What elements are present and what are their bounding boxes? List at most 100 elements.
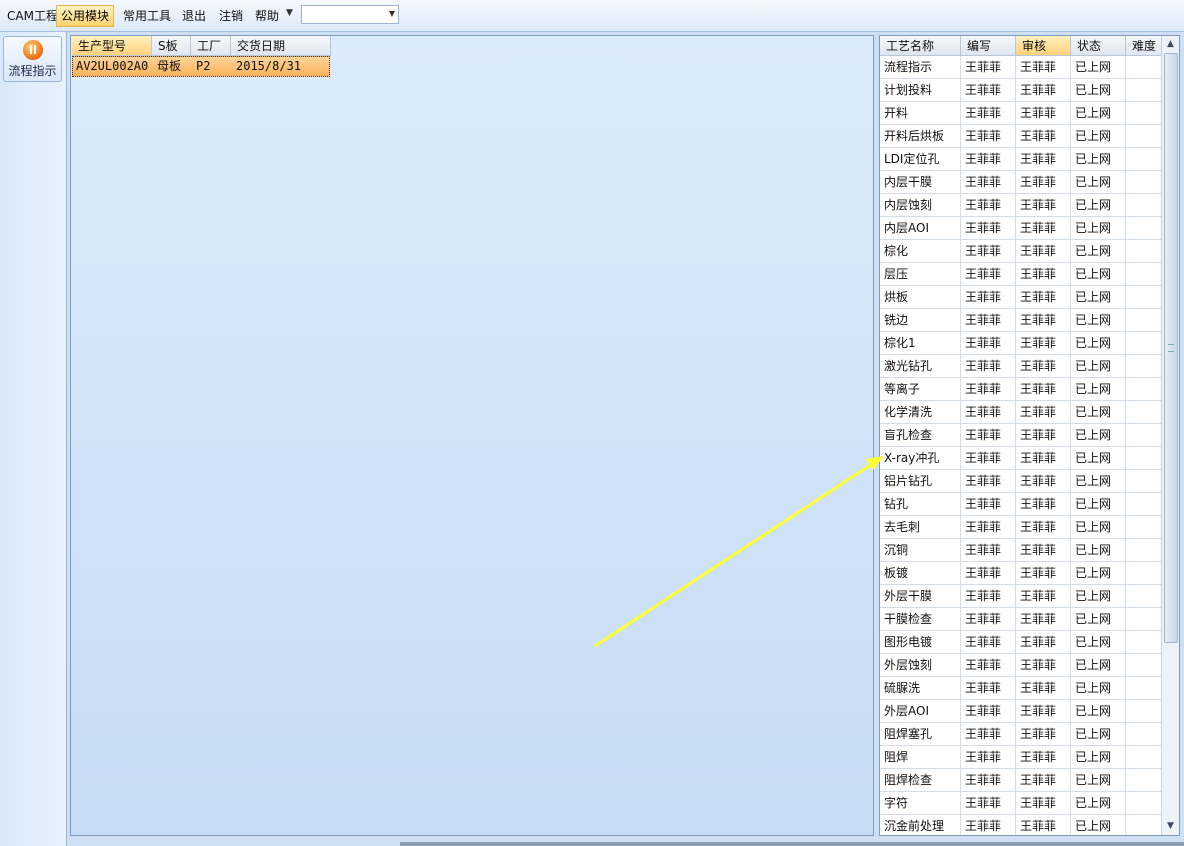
table-row[interactable]: 图形电镀 王菲菲 王菲菲 已上网 <box>880 631 1162 654</box>
cell-status: 已上网 <box>1071 240 1126 262</box>
menu-common-tools[interactable]: 常用工具 <box>119 6 175 26</box>
cell-process-name: 阻焊检查 <box>880 769 961 791</box>
cell-reviewer: 王菲菲 <box>1016 56 1071 78</box>
cell-status: 已上网 <box>1071 631 1126 653</box>
table-row[interactable]: 激光钻孔 王菲菲 王菲菲 已上网 <box>880 355 1162 378</box>
cell-difficulty <box>1126 539 1162 561</box>
cell-author: 王菲菲 <box>961 194 1016 216</box>
cell-process-name: 内层干膜 <box>880 171 961 193</box>
chevron-down-icon[interactable]: ▼ <box>389 9 395 18</box>
table-row[interactable]: 阻焊塞孔 王菲菲 王菲菲 已上网 <box>880 723 1162 746</box>
cell-author: 王菲菲 <box>961 401 1016 423</box>
column-header-difficulty[interactable]: 难度 <box>1126 36 1162 56</box>
table-row[interactable]: 烘板 王菲菲 王菲菲 已上网 <box>880 286 1162 309</box>
table-row[interactable]: 化学清洗 王菲菲 王菲菲 已上网 <box>880 401 1162 424</box>
scroll-up-icon[interactable]: ▲ <box>1162 36 1179 53</box>
column-header-delivery-date[interactable]: 交货日期 <box>231 36 331 56</box>
menu-cam-project[interactable]: CAM工程 <box>3 6 62 26</box>
table-row[interactable]: LDI定位孔 王菲菲 王菲菲 已上网 <box>880 148 1162 171</box>
cell-status: 已上网 <box>1071 424 1126 446</box>
cell-process-name: 板镀 <box>880 562 961 584</box>
cell-reviewer: 王菲菲 <box>1016 723 1071 745</box>
cell-author: 王菲菲 <box>961 217 1016 239</box>
scrollbar-thumb[interactable] <box>1164 53 1178 643</box>
table-row[interactable]: X-ray冲孔 王菲菲 王菲菲 已上网 <box>880 447 1162 470</box>
cell-author: 王菲菲 <box>961 447 1016 469</box>
cell-reviewer: 王菲菲 <box>1016 562 1071 584</box>
table-row[interactable]: 等离子 王菲菲 王菲菲 已上网 <box>880 378 1162 401</box>
cell-author: 王菲菲 <box>961 493 1016 515</box>
cell-difficulty <box>1126 148 1162 170</box>
table-row[interactable]: 干膜检查 王菲菲 王菲菲 已上网 <box>880 608 1162 631</box>
table-row[interactable]: 层压 王菲菲 王菲菲 已上网 <box>880 263 1162 286</box>
table-row[interactable]: 沉金前处理 王菲菲 王菲菲 已上网 <box>880 815 1162 835</box>
table-row[interactable]: 外层蚀刻 王菲菲 王菲菲 已上网 <box>880 654 1162 677</box>
cell-difficulty <box>1126 217 1162 239</box>
flow-instruction-button[interactable]: 流程指示 <box>3 36 62 82</box>
column-header-status[interactable]: 状态 <box>1071 36 1126 56</box>
column-header-factory[interactable]: 工厂 <box>191 36 231 56</box>
table-row[interactable]: 去毛刺 王菲菲 王菲菲 已上网 <box>880 516 1162 539</box>
column-header-s-board[interactable]: S板 <box>152 36 191 56</box>
cell-status: 已上网 <box>1071 562 1126 584</box>
cell-process-name: 棕化1 <box>880 332 961 354</box>
table-row[interactable]: 铝片钻孔 王菲菲 王菲菲 已上网 <box>880 470 1162 493</box>
menu-help[interactable]: 帮助 <box>251 6 283 26</box>
table-row[interactable]: 棕化 王菲菲 王菲菲 已上网 <box>880 240 1162 263</box>
table-row[interactable]: 阻焊检查 王菲菲 王菲菲 已上网 <box>880 769 1162 792</box>
table-row[interactable]: 计划投料 王菲菲 王菲菲 已上网 <box>880 79 1162 102</box>
cell-status: 已上网 <box>1071 654 1126 676</box>
table-row[interactable]: 沉铜 王菲菲 王菲菲 已上网 <box>880 539 1162 562</box>
column-header-process-name[interactable]: 工艺名称 <box>880 36 961 56</box>
cell-status: 已上网 <box>1071 309 1126 331</box>
cell-reviewer: 王菲菲 <box>1016 286 1071 308</box>
cell-status: 已上网 <box>1071 539 1126 561</box>
cell-reviewer: 王菲菲 <box>1016 746 1071 768</box>
cell-reviewer: 王菲菲 <box>1016 792 1071 814</box>
left-nav: 流程指示 <box>0 32 67 846</box>
table-row[interactable]: 阻焊 王菲菲 王菲菲 已上网 <box>880 746 1162 769</box>
vertical-scrollbar[interactable]: ▲ ▼ <box>1161 36 1179 835</box>
table-row[interactable]: 铣边 王菲菲 王菲菲 已上网 <box>880 309 1162 332</box>
table-row[interactable]: 钻孔 王菲菲 王菲菲 已上网 <box>880 493 1162 516</box>
cell-difficulty <box>1126 723 1162 745</box>
cell-process-name: X-ray冲孔 <box>880 447 961 469</box>
column-header-model[interactable]: 生产型号 <box>72 36 152 56</box>
table-row[interactable]: 外层干膜 王菲菲 王菲菲 已上网 <box>880 585 1162 608</box>
cell-reviewer: 王菲菲 <box>1016 631 1071 653</box>
cell-author: 王菲菲 <box>961 608 1016 630</box>
cell-process-name: 沉金前处理 <box>880 815 961 835</box>
menu-logout[interactable]: 注销 <box>215 6 247 26</box>
cell-status: 已上网 <box>1071 286 1126 308</box>
cell-author: 王菲菲 <box>961 723 1016 745</box>
table-row[interactable]: 外层AOI 王菲菲 王菲菲 已上网 <box>880 700 1162 723</box>
cell-author: 王菲菲 <box>961 56 1016 78</box>
column-header-reviewer[interactable]: 审核 <box>1016 36 1071 56</box>
table-row[interactable]: 字符 王菲菲 王菲菲 已上网 <box>880 792 1162 815</box>
menu-overflow-dropdown-icon[interactable]: ▼ <box>286 8 293 18</box>
cell-difficulty <box>1126 171 1162 193</box>
cell-difficulty <box>1126 263 1162 285</box>
table-row[interactable]: 内层干膜 王菲菲 王菲菲 已上网 <box>880 171 1162 194</box>
table-row[interactable]: 内层AOI 王菲菲 王菲菲 已上网 <box>880 217 1162 240</box>
toolbar-combobox[interactable]: ▼ <box>301 5 399 24</box>
table-row[interactable]: 板镀 王菲菲 王菲菲 已上网 <box>880 562 1162 585</box>
cell-process-name: 铣边 <box>880 309 961 331</box>
table-row[interactable]: 流程指示 王菲菲 王菲菲 已上网 <box>880 56 1162 79</box>
table-row[interactable]: 盲孔检查 王菲菲 王菲菲 已上网 <box>880 424 1162 447</box>
menu-common-module[interactable]: 公用模块 <box>56 5 115 27</box>
cell-author: 王菲菲 <box>961 263 1016 285</box>
table-row[interactable]: 内层蚀刻 王菲菲 王菲菲 已上网 <box>880 194 1162 217</box>
table-row[interactable]: AV2UL002A0 母板 P2 2015/8/31 <box>72 56 330 77</box>
cell-process-name: 棕化 <box>880 240 961 262</box>
table-row[interactable]: 开料 王菲菲 王菲菲 已上网 <box>880 102 1162 125</box>
table-row[interactable]: 棕化1 王菲菲 王菲菲 已上网 <box>880 332 1162 355</box>
menu-exit[interactable]: 退出 <box>178 6 210 26</box>
column-header-author[interactable]: 编写 <box>961 36 1016 56</box>
table-row[interactable]: 开料后烘板 王菲菲 王菲菲 已上网 <box>880 125 1162 148</box>
scroll-down-icon[interactable]: ▼ <box>1162 818 1179 835</box>
cell-reviewer: 王菲菲 <box>1016 493 1071 515</box>
cell-status: 已上网 <box>1071 746 1126 768</box>
cell-difficulty <box>1126 102 1162 124</box>
table-row[interactable]: 硫脲洗 王菲菲 王菲菲 已上网 <box>880 677 1162 700</box>
